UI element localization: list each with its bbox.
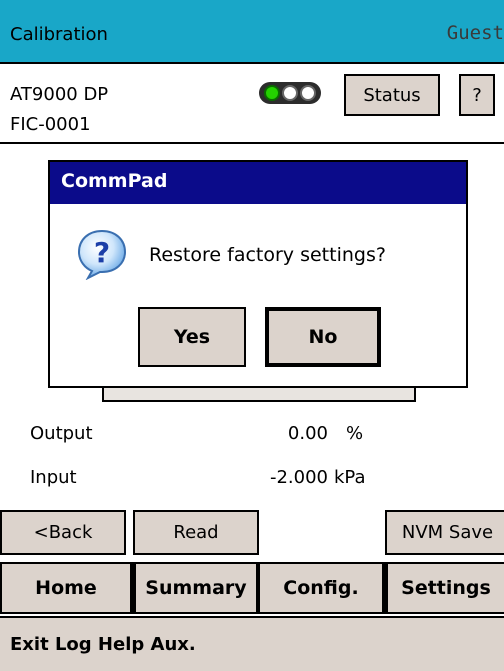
back-button[interactable]: <Back [0, 510, 126, 555]
dialog-title: CommPad [61, 170, 168, 192]
output-label: Output [30, 423, 93, 444]
input-value: -2.000 [269, 467, 328, 488]
menu-items[interactable]: Exit Log Help Aux. [10, 634, 196, 655]
tab-summary[interactable]: Summary [132, 562, 258, 614]
input-unit: kPa [334, 467, 366, 488]
svg-text:?: ? [94, 236, 110, 269]
output-unit: % [346, 423, 364, 444]
user-label: Guest [446, 22, 504, 44]
status-lamp-1 [264, 85, 280, 101]
input-label: Input [30, 467, 77, 488]
tab-config[interactable]: Config. [258, 562, 384, 614]
no-button[interactable]: No [265, 307, 381, 367]
help-button[interactable]: ? [459, 74, 495, 116]
device-tag: FIC-0001 [10, 114, 91, 135]
device-model: AT9000 DP [10, 84, 109, 105]
nvm-save-button[interactable]: NVM Save [385, 510, 504, 555]
status-light-icon [259, 82, 321, 104]
dialog-message: Restore factory settings? [149, 244, 386, 266]
tab-home[interactable]: Home [0, 562, 132, 614]
yes-button[interactable]: Yes [138, 307, 246, 367]
read-button[interactable]: Read [133, 510, 259, 555]
app-title: Calibration [10, 24, 108, 45]
tab-settings[interactable]: Settings [384, 562, 504, 614]
status-lamp-3 [300, 85, 316, 101]
status-button[interactable]: Status [344, 74, 440, 116]
output-value: 0.00 [287, 423, 328, 444]
status-lamp-2 [282, 85, 298, 101]
question-icon: ? [76, 228, 128, 281]
